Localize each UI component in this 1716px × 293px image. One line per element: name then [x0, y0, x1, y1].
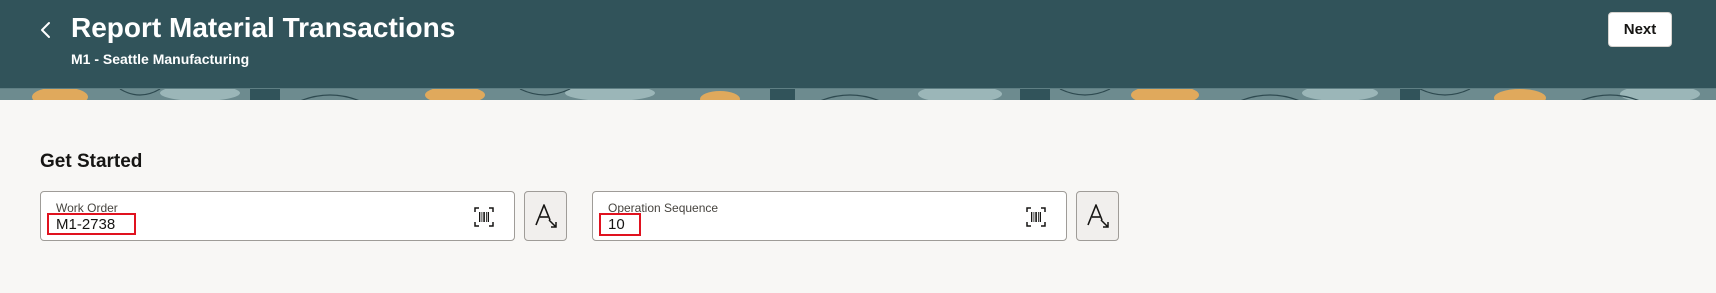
font-size-icon — [1086, 204, 1109, 228]
next-button[interactable]: Next — [1608, 12, 1672, 47]
barcode-scan-icon[interactable] — [1026, 207, 1046, 227]
section-title: Get Started — [40, 151, 143, 172]
header-banner-pattern — [0, 88, 1716, 100]
work-order-font-button[interactable] — [524, 191, 567, 241]
work-order-input[interactable]: M1-2738 — [56, 216, 416, 233]
font-size-icon — [534, 204, 557, 228]
operation-sequence-font-button[interactable] — [1076, 191, 1119, 241]
chevron-left-icon — [41, 22, 50, 38]
page-subtitle: M1 - Seattle Manufacturing — [71, 51, 250, 67]
barcode-scan-icon[interactable] — [474, 207, 494, 227]
operation-sequence-input[interactable]: 10 — [608, 216, 968, 233]
operation-sequence-label: Operation Sequence — [608, 201, 719, 215]
page-title: Report Material Transactions — [71, 12, 456, 43]
page-header: Report Material Transactions M1 - Seattl… — [0, 0, 1716, 88]
back-button[interactable] — [34, 18, 58, 42]
operation-sequence-field[interactable]: Operation Sequence 10 — [592, 191, 1067, 241]
work-order-field[interactable]: Work Order M1-2738 — [40, 191, 515, 241]
work-order-label: Work Order — [56, 201, 118, 215]
